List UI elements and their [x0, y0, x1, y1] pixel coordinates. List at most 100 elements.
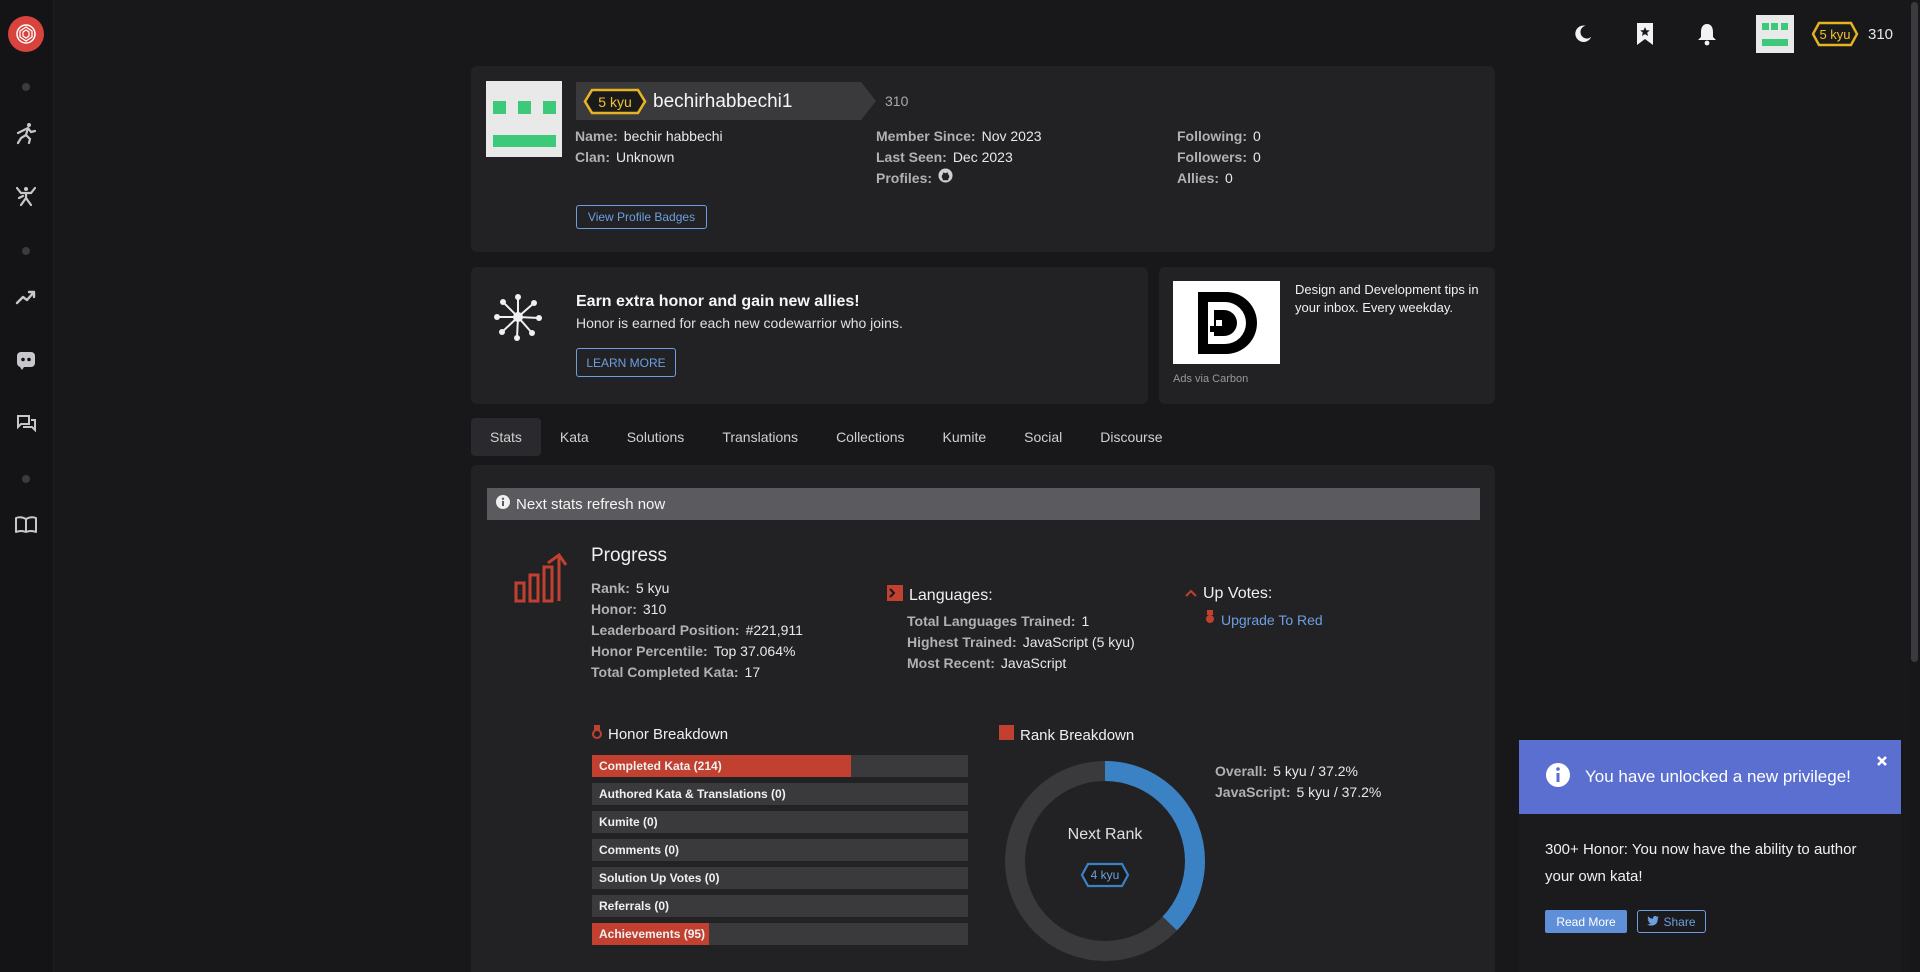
tab-kata[interactable]: Kata — [541, 418, 608, 456]
docs-icon[interactable] — [13, 512, 39, 538]
profile-rank-badge: 5 kyu — [583, 88, 647, 115]
member-since-label: Member Since: — [876, 127, 976, 144]
medal-icon — [1205, 610, 1215, 629]
followers-value: 0 — [1253, 148, 1261, 165]
profile-tabs: Stats Kata Solutions Translations Collec… — [471, 418, 1182, 456]
chat-icon[interactable] — [13, 411, 39, 437]
following-value: 0 — [1252, 127, 1261, 144]
clan-value: Unknown — [616, 148, 675, 165]
next-rank-badge: 4 kyu — [1080, 862, 1130, 888]
honor-breakdown-bars: Completed Kata (214) Authored Kata & Tran… — [592, 755, 968, 951]
javascript-value: 5 kyu / 37.2% — [1296, 783, 1382, 800]
sidebar-divider-dot — [22, 475, 30, 483]
percentile-value: Top 37.064% — [713, 642, 796, 659]
leaderboard-label: Leaderboard Position: — [591, 621, 740, 638]
promo-text: Honor is earned for each new codewarrior… — [576, 315, 903, 331]
topbar-rank-badge[interactable]: 5 kyu — [1810, 16, 1860, 52]
most-recent-value: JavaScript — [1000, 654, 1067, 671]
overall-value: 5 kyu / 37.2% — [1273, 762, 1358, 779]
ad-text[interactable]: Design and Development tips in your inbo… — [1295, 281, 1485, 317]
page-scrollbar[interactable] — [1909, 0, 1920, 972]
languages-list: Total Languages Trained: 1 Highest Traine… — [907, 610, 1135, 673]
ads-via-carbon[interactable]: Ads via Carbon — [1173, 373, 1248, 385]
tab-solutions[interactable]: Solutions — [608, 418, 704, 456]
honor-breakdown-bar: Referrals (0) — [592, 895, 968, 917]
bell-icon[interactable] — [1692, 16, 1722, 52]
read-more-button[interactable]: Read More — [1545, 910, 1627, 933]
github-icon[interactable] — [938, 167, 953, 188]
learn-more-button[interactable]: LEARN MORE — [576, 348, 676, 377]
honor-breakdown-label: Kumite (0) — [599, 815, 658, 829]
carbon-ad-card: Design and Development tips in your inbo… — [1159, 267, 1495, 404]
codewars-logo-icon[interactable] — [8, 16, 44, 52]
honor-breakdown-bar: Solution Up Votes (0) — [592, 867, 968, 889]
rank-breakdown-title: Rank Breakdown — [1020, 726, 1135, 744]
upgrade-to-red-link[interactable]: Upgrade To Red — [1205, 610, 1323, 629]
training-icon[interactable] — [13, 120, 39, 146]
profile-col-3: Following: 0 Followers: 0 Allies: 0 — [1177, 125, 1261, 188]
profile-col-1: Name: bechir habbechi Clan: Unknown — [575, 125, 723, 167]
name-label: Name: — [575, 127, 618, 144]
tab-discourse[interactable]: Discourse — [1081, 418, 1181, 456]
notification-body: 300+ Honor: You now have the ability to … — [1545, 841, 1857, 885]
referral-promo-card: Earn extra honor and gain new allies! Ho… — [471, 267, 1148, 404]
percentile-label: Honor Percentile: — [591, 642, 708, 659]
profile-username: bechirhabbechi1 — [653, 91, 793, 112]
most-recent-label: Most Recent: — [907, 654, 995, 671]
honor-breakdown-bar: Completed Kata (214) — [592, 755, 968, 777]
topbar-honor: 310 — [1868, 25, 1894, 43]
highest-trained-label: Highest Trained: — [907, 633, 1017, 650]
medal-icon — [592, 725, 602, 744]
honor-breakdown-bar: Kumite (0) — [592, 811, 968, 833]
rank-donut-chart: Next Rank 4 kyu — [1002, 758, 1208, 964]
share-button[interactable]: Share — [1637, 910, 1706, 933]
tab-stats[interactable]: Stats — [471, 418, 541, 456]
profile-avatar — [486, 81, 562, 157]
honor-breakdown-bar: Comments (0) — [592, 839, 968, 861]
ad-logo[interactable] — [1173, 281, 1280, 364]
rank-label: Rank: — [591, 579, 630, 596]
discord-icon[interactable] — [13, 347, 39, 373]
sidebar-divider-dot — [22, 83, 30, 91]
profile-card: 5 kyu bechirhabbechi1 310 Name: bechir ha… — [471, 66, 1495, 252]
tab-collections[interactable]: Collections — [817, 418, 923, 456]
honor-label: Honor: — [591, 600, 637, 617]
close-icon[interactable] — [1876, 752, 1888, 772]
privilege-notification: You have unlocked a new privilege! 300+ … — [1519, 740, 1901, 972]
rank-breakdown-list: Overall: 5 kyu / 37.2% JavaScript: 5 kyu /… — [1215, 760, 1381, 802]
sidebar — [0, 0, 54, 972]
promo-title: Earn extra honor and gain new allies! — [576, 293, 860, 310]
completed-label: Total Completed Kata: — [591, 663, 739, 680]
langs-trained-value: 1 — [1081, 612, 1090, 629]
leaderboard-icon[interactable] — [13, 284, 39, 310]
progress-chart-icon — [514, 552, 568, 608]
progress-title: Progress — [591, 545, 668, 566]
practice-icon[interactable] — [13, 183, 39, 209]
last-seen-value: Dec 2023 — [952, 148, 1013, 165]
scrollbar-thumb[interactable] — [1911, 2, 1918, 662]
view-profile-badges-button[interactable]: View Profile Badges — [576, 205, 707, 229]
page: 5 kyu 310 5 kyu bechirhabbechi1 310 Name… — [0, 0, 1920, 972]
following-label: Following: — [1177, 127, 1247, 144]
bookmark-icon[interactable] — [1630, 16, 1660, 52]
tab-translations[interactable]: Translations — [703, 418, 817, 456]
rank-breakdown-header: Rank Breakdown — [999, 725, 1134, 745]
rank-value: 5 kyu — [635, 579, 670, 596]
info-icon — [496, 494, 510, 514]
honor-breakdown-bar: Authored Kata & Translations (0) — [592, 783, 968, 805]
tab-social[interactable]: Social — [1005, 418, 1081, 456]
honor-breakdown-label: Comments (0) — [599, 843, 680, 857]
clan-label: Clan: — [575, 148, 610, 165]
member-since-value: Nov 2023 — [981, 127, 1042, 144]
sidebar-divider-dot — [22, 247, 30, 255]
square-icon — [999, 725, 1014, 745]
tab-kumite[interactable]: Kumite — [924, 418, 1006, 456]
langs-trained-label: Total Languages Trained: — [907, 612, 1076, 629]
upgrade-to-red-text: Upgrade To Red — [1221, 611, 1323, 628]
next-rank-text: 4 kyu — [1090, 868, 1120, 882]
notification-title: You have unlocked a new privilege! — [1585, 767, 1851, 786]
progress-list: Rank: 5 kyu Honor: 310 Leaderboard Positio… — [591, 577, 803, 682]
share-label: Share — [1663, 914, 1696, 929]
moon-icon[interactable] — [1568, 16, 1598, 52]
user-avatar[interactable] — [1756, 15, 1794, 53]
